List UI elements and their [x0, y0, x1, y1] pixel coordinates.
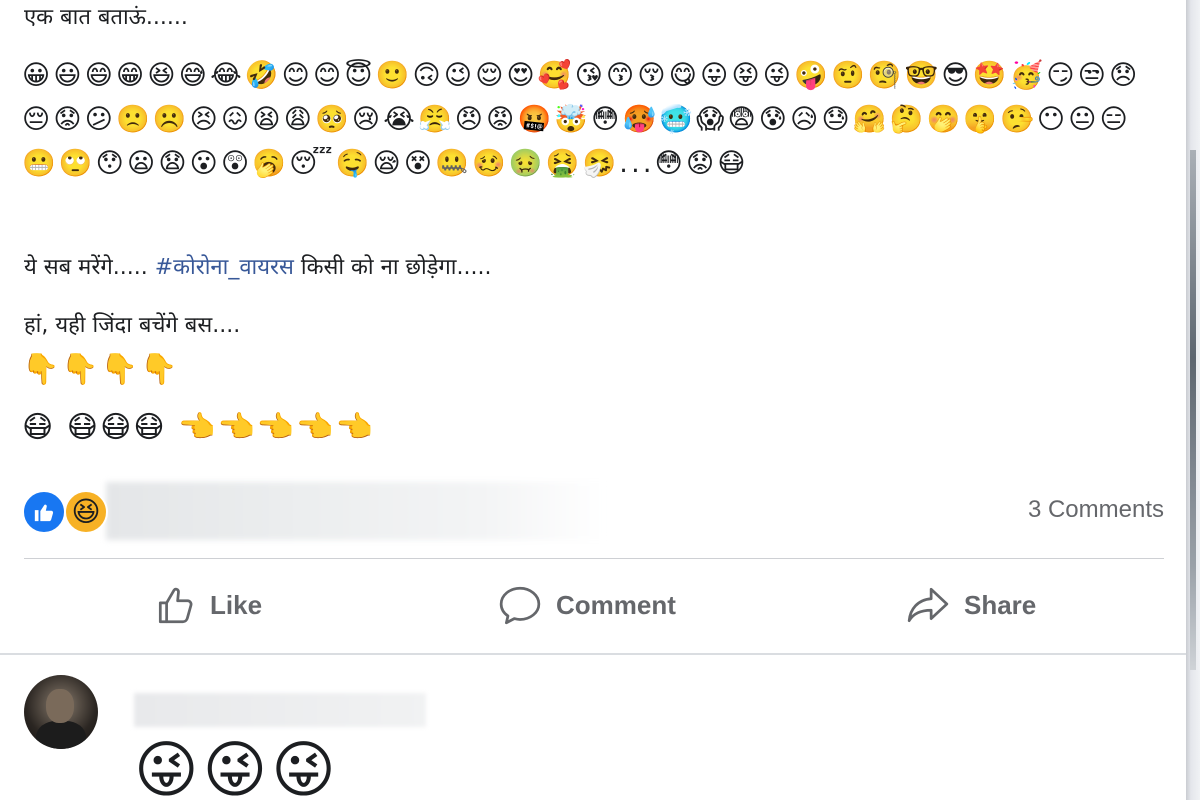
avatar-face-shape — [46, 689, 74, 723]
blurred-commenter-name — [134, 693, 426, 727]
comments-count-link[interactable]: 3 Comments — [1028, 496, 1164, 524]
corona-line-prefix: ये सब मरेंगे..... — [24, 255, 155, 280]
comment-text: 😜😜😜 — [134, 733, 340, 806]
comment-button[interactable]: Comment — [498, 570, 676, 640]
haha-reaction-icon[interactable]: 😆 — [64, 490, 108, 534]
reactions-divider — [24, 558, 1164, 559]
blurred-reactors-names — [106, 482, 606, 540]
pointing-down-emojis: 👇👇👇👇 — [22, 352, 180, 387]
window-edge-shade — [1190, 150, 1196, 670]
speech-bubble-icon — [499, 586, 541, 625]
avatar-body-shape — [36, 721, 86, 749]
post-actions-bar: Like Comment Share — [24, 570, 1164, 640]
comment-item: 😜😜😜 — [0, 655, 1186, 805]
thumbs-up-icon — [34, 504, 54, 522]
hashtag-link[interactable]: #कोरोना_वायरस — [155, 255, 294, 280]
facebook-post: एक बात बताऊं...... 😀😃😄😁😆😅😂🤣😊😊😇🙂🙃😉😌😍🥰😘😙😚😋… — [0, 0, 1186, 805]
post-intro-text: एक बात बताऊं...... — [24, 5, 188, 30]
mask-and-pointing-emojis: 😷 😷😷😷 👈👈👈👈👈 — [22, 410, 375, 445]
reactions-bar: 😆 3 Comments — [22, 482, 1164, 540]
window-edge — [1186, 0, 1200, 800]
share-arrow-icon — [907, 587, 949, 623]
like-button[interactable]: Like — [154, 570, 262, 640]
post-corona-line: ये सब मरेंगे..... #कोरोना_वायरस किसी को … — [24, 254, 491, 282]
post-emoji-grid: 😀😃😄😁😆😅😂🤣😊😊😇🙂🙃😉😌😍🥰😘😙😚😋😛😝😜🤪🤨🧐🤓😎🤩🥳😏😒😞😔😟😕🙁☹️… — [22, 60, 1141, 179]
corona-line-suffix: किसी को ना छोड़ेगा..... — [293, 255, 492, 280]
post-survivors-line: हां, यही जिंदा बचेंगे बस.... — [24, 313, 241, 338]
like-reaction-icon[interactable] — [22, 490, 66, 534]
commenter-avatar[interactable] — [24, 675, 98, 749]
thumbs-up-outline-icon — [158, 587, 193, 624]
like-label: Like — [210, 589, 263, 620]
share-button[interactable]: Share — [906, 570, 1036, 640]
comment-label: Comment — [556, 589, 676, 620]
share-label: Share — [964, 589, 1037, 620]
